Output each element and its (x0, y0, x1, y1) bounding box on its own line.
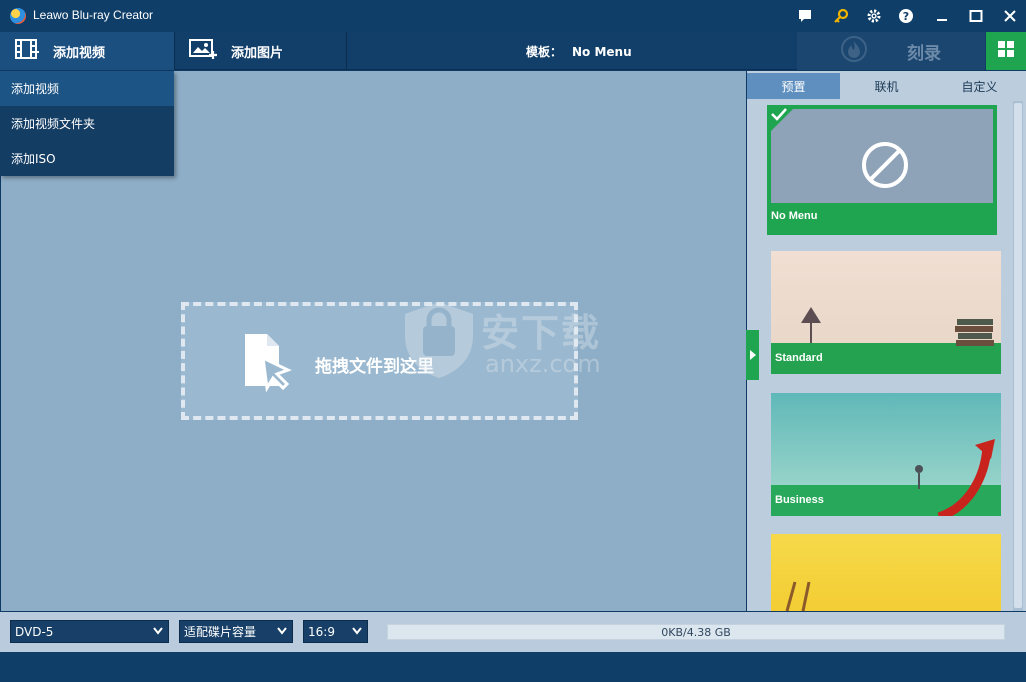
template-card-4[interactable] (771, 534, 1001, 611)
add-photo-label: 添加图片 (231, 45, 284, 61)
chevron-down-icon (277, 627, 287, 635)
close-icon[interactable] (1000, 6, 1020, 26)
lamp-icon (801, 307, 821, 343)
template-label: 模板： (526, 45, 563, 59)
help-icon[interactable]: ? (896, 6, 916, 26)
disc-capacity-text: 0KB/4.38 GB (661, 625, 731, 639)
template-name: No Menu (771, 210, 818, 222)
layout-toggle-button[interactable] (986, 32, 1026, 70)
maximize-icon[interactable] (966, 6, 986, 26)
watermark-subtext: anxz.com (485, 350, 601, 378)
template-name: Business (775, 494, 824, 506)
aspect-ratio-value: 16:9 (308, 624, 335, 639)
app-logo-icon (10, 8, 26, 24)
menu-item-add-video-folder[interactable]: 添加视频文件夹 (0, 106, 174, 141)
menu-item-add-video[interactable]: 添加视频 (0, 71, 174, 106)
scrollbar-thumb[interactable] (1014, 103, 1022, 608)
toolbar: 添加视频 添加图片 模板： No Menu 刻录 (0, 32, 1026, 70)
tab-preset[interactable]: 预置 (747, 73, 840, 99)
watermark-text: 安下载 (481, 311, 602, 355)
minimize-icon[interactable] (932, 6, 952, 26)
photo-icon (189, 38, 217, 64)
template-tabs: 预置 联机 自定义 (747, 73, 1026, 99)
watermark: 安下载 anxz.com (401, 296, 631, 386)
status-bar (0, 652, 1026, 682)
selected-check-icon (767, 105, 797, 135)
disc-type-select[interactable]: DVD-5 (10, 620, 169, 643)
add-video-dropdown: 添加视频 添加视频文件夹 添加ISO (0, 71, 174, 176)
template-card-business[interactable]: Business (771, 393, 1001, 516)
tab-custom[interactable]: 自定义 (933, 73, 1026, 99)
add-photo-button[interactable]: 添加图片 (175, 32, 346, 70)
chevron-down-icon (153, 627, 163, 635)
burn-button[interactable]: 刻录 (797, 32, 985, 70)
menu-item-add-iso[interactable]: 添加ISO (0, 141, 174, 176)
app-title: Leawo Blu-ray Creator (33, 8, 154, 22)
no-symbol-icon (862, 142, 908, 188)
template-panel: 预置 联机 自定义 No Menu Standard Business (747, 71, 1026, 611)
template-card-standard[interactable]: Standard (771, 251, 1001, 374)
key-icon[interactable] (831, 6, 851, 26)
template-scrollbar[interactable] (1013, 101, 1023, 611)
panel-toggle-handle[interactable] (746, 330, 759, 380)
bottom-bar: DVD-5 适配碟片容量 16:9 0KB/4.38 GB (0, 612, 1026, 652)
shield-icon (405, 302, 473, 378)
burn-label: 刻录 (907, 43, 941, 64)
template-value: No Menu (572, 45, 632, 59)
chevron-down-icon (352, 627, 362, 635)
disc-type-value: DVD-5 (15, 624, 54, 639)
tab-online[interactable]: 联机 (840, 73, 933, 99)
growth-arrow-icon (915, 439, 995, 516)
template-card-no-menu[interactable]: No Menu (767, 105, 997, 235)
title-bar: Leawo Blu-ray Creator ? (0, 0, 1026, 32)
disc-capacity-bar: 0KB/4.38 GB (387, 624, 1005, 640)
add-video-button[interactable]: 添加视频 (0, 32, 174, 70)
svg-text:?: ? (903, 10, 909, 23)
quality-select[interactable]: 适配碟片容量 (179, 620, 293, 643)
add-file-icon (241, 332, 293, 393)
ladder-icon (785, 581, 811, 611)
template-name: Standard (775, 352, 823, 364)
books-icon (955, 319, 994, 346)
message-icon[interactable] (795, 6, 815, 26)
template-info: 模板： No Menu (526, 43, 642, 60)
add-video-label: 添加视频 (53, 45, 106, 61)
film-icon (15, 38, 39, 64)
aspect-ratio-select[interactable]: 16:9 (303, 620, 368, 643)
gear-icon[interactable] (864, 6, 884, 26)
quality-value: 适配碟片容量 (184, 625, 257, 639)
burn-icon (841, 35, 867, 67)
chevron-right-icon (749, 350, 756, 360)
layout-icon (997, 40, 1015, 62)
